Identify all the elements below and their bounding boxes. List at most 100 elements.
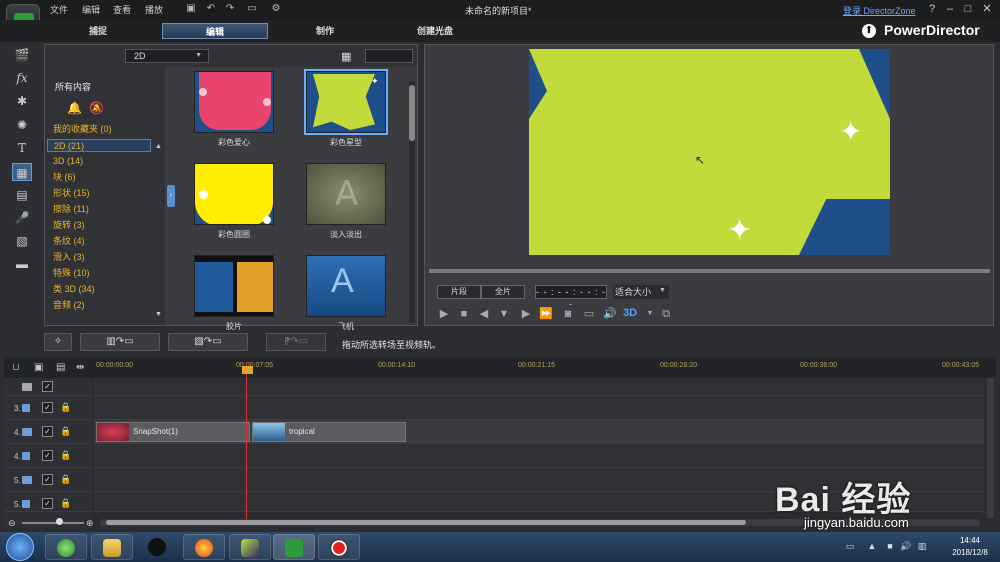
track-enable-checkbox[interactable]: ✓ — [42, 474, 53, 485]
track-enable-checkbox[interactable]: ✓ — [42, 498, 53, 509]
transition-type-select[interactable]: 2D — [125, 49, 209, 63]
stop-icon[interactable]: ■ — [457, 307, 471, 321]
category-item[interactable]: 特殊 (10) — [53, 267, 153, 280]
collapse-panel-icon[interactable]: › — [167, 185, 175, 207]
add-transition-to-track-icon[interactable]: ⁋↷▭ — [266, 333, 326, 351]
taskbar-app-powerdirector[interactable] — [273, 534, 315, 560]
track-enable-checkbox[interactable]: ✓ — [42, 402, 53, 413]
category-item[interactable]: 类 3D (34) — [53, 283, 153, 296]
menu-play[interactable]: 播放 — [145, 3, 163, 16]
next-frame-icon[interactable]: ▼ — [497, 307, 511, 321]
transition-thumb[interactable]: A 飞机 — [306, 255, 386, 332]
category-item[interactable]: 滑入 (3) — [53, 251, 153, 264]
voice-over-room-icon[interactable]: 🎤 — [12, 209, 32, 227]
timeline-track[interactable] — [94, 378, 984, 396]
timeline-track[interactable] — [94, 396, 984, 420]
menu-view[interactable]: 查看 — [113, 3, 131, 16]
save-icon[interactable]: ▣ — [183, 2, 199, 16]
title-room-icon[interactable]: T — [12, 139, 32, 157]
category-scroll-up-icon[interactable]: ▲ — [155, 143, 162, 150]
grid-view-icon[interactable]: ▦ — [341, 50, 351, 63]
lock-icon[interactable]: 🔒 — [60, 474, 71, 485]
tab-edit[interactable]: 编辑 — [162, 23, 268, 39]
directorzone-login-link[interactable]: 登录 DirectorZone — [843, 4, 916, 17]
track-enable-checkbox[interactable]: ✓ — [42, 381, 53, 392]
timecode-display[interactable]: - - : - - : - - : - - — [535, 285, 607, 309]
show-hidden-icons-icon[interactable]: ▲ — [866, 541, 878, 551]
add-favorite-icon[interactable]: 🔔 — [67, 101, 82, 115]
settings-gear-icon[interactable]: ⚙ — [268, 2, 284, 16]
undo-icon[interactable]: ↶ — [203, 2, 219, 16]
category-item[interactable]: 形状 (15) — [53, 187, 153, 200]
subtitle-room-icon[interactable]: ▬ — [12, 255, 32, 273]
tab-capture[interactable]: 捕捉 — [45, 23, 151, 39]
timeline-track-video[interactable]: SnapShot(1) tropical — [94, 420, 984, 444]
track-manager-icon[interactable]: ▤ — [56, 362, 65, 373]
clip-mode-button[interactable]: 片段 — [437, 285, 481, 299]
category-item[interactable]: 条纹 (4) — [53, 235, 153, 248]
category-scroll-down-icon[interactable]: ▼ — [155, 311, 162, 318]
playhead-line[interactable] — [246, 362, 247, 520]
clock-time[interactable]: 14:44 — [940, 536, 1000, 545]
transition-thumb-selected[interactable]: ✦ 彩色星型 — [304, 69, 388, 148]
preview-progress-bar[interactable] — [429, 269, 990, 273]
security-tray-icon[interactable]: ■ — [884, 541, 896, 551]
zoom-slider[interactable] — [22, 522, 84, 524]
menu-file[interactable]: 文件 — [50, 3, 68, 16]
taskbar-app-firefox[interactable] — [183, 534, 225, 560]
category-item[interactable]: 3D (14) — [53, 155, 153, 168]
chevron-down-icon[interactable]: ▼ — [643, 307, 657, 321]
category-item[interactable]: 擦除 (11) — [53, 203, 153, 216]
zoom-slider-knob[interactable] — [56, 518, 63, 525]
zoom-out-icon[interactable]: ⊖ — [8, 518, 16, 529]
maximize-button[interactable]: □ — [960, 2, 976, 17]
transition-thumb[interactable]: 彩色圆圈 — [194, 163, 274, 240]
chapter-room-icon[interactable]: ▧ — [12, 232, 32, 250]
display-output-icon[interactable]: ▭ — [582, 307, 596, 321]
magic-tools-icon[interactable]: ✧ — [44, 333, 72, 351]
taskbar-app-player[interactable] — [229, 534, 271, 560]
pip-room-icon[interactable]: ✱ — [12, 92, 32, 110]
network-tray-icon[interactable]: ▥ — [916, 541, 928, 551]
start-button[interactable] — [6, 533, 34, 561]
fast-forward-icon[interactable]: ⏩ — [539, 307, 553, 321]
apply-transition-to-all-icon[interactable]: ▥↷▭ — [80, 333, 160, 351]
audio-mixing-room-icon[interactable]: ▤ — [12, 186, 32, 204]
timeline-track[interactable] — [94, 444, 984, 468]
play-icon[interactable]: ▶ — [437, 307, 451, 321]
track-enable-checkbox[interactable]: ✓ — [42, 450, 53, 461]
transition-thumb[interactable]: 彩色爱心 — [194, 71, 274, 148]
particle-room-icon[interactable]: ✺ — [12, 116, 32, 134]
storyboard-view-icon[interactable]: ▣ — [34, 362, 43, 373]
undock-preview-icon[interactable]: ⧉ — [659, 307, 673, 321]
menu-edit[interactable]: 编辑 — [82, 3, 100, 16]
volume-icon[interactable]: 🔊 — [603, 307, 617, 321]
keyboard-tray-icon[interactable]: ▭ — [844, 541, 856, 551]
lock-icon[interactable]: 🔒 — [60, 450, 71, 461]
movie-mode-button[interactable]: 全片 — [481, 285, 525, 299]
category-item[interactable]: 旋转 (3) — [53, 219, 153, 232]
redo-icon[interactable]: ↷ — [222, 2, 238, 16]
playhead-handle[interactable] — [242, 366, 253, 374]
taskbar-app-browser[interactable] — [45, 534, 87, 560]
taskbar-app-recorder[interactable] — [318, 534, 360, 560]
lock-icon[interactable]: 🔒 — [60, 402, 71, 413]
library-scroll-thumb[interactable] — [409, 85, 415, 141]
category-item[interactable]: 音频 (2) — [53, 299, 153, 312]
timeline-scroll-thumb[interactable] — [106, 520, 746, 525]
tab-create-disc[interactable]: 创建光盘 — [382, 23, 488, 39]
lock-icon[interactable]: 🔒 — [60, 426, 71, 437]
transition-room-icon[interactable]: ▦ — [12, 163, 32, 181]
zoom-in-icon[interactable]: ⊕ — [86, 518, 94, 529]
track-enable-checkbox[interactable]: ✓ — [42, 426, 53, 437]
effect-room-icon[interactable]: fx — [12, 69, 32, 87]
taskbar-app-explorer[interactable] — [91, 534, 133, 560]
close-button[interactable]: ✕ — [979, 2, 995, 17]
category-item[interactable]: 块 (6) — [53, 171, 153, 184]
help-button[interactable]: ? — [924, 2, 940, 17]
transition-thumb[interactable]: 胶片 — [194, 255, 274, 332]
taskbar-app-qq[interactable] — [137, 534, 179, 560]
media-room-icon[interactable]: 🎬 — [12, 46, 32, 64]
preview-screen[interactable]: ✦ ✦ ↖ — [529, 49, 890, 255]
step-forward-icon[interactable]: ▶ — [519, 307, 533, 321]
